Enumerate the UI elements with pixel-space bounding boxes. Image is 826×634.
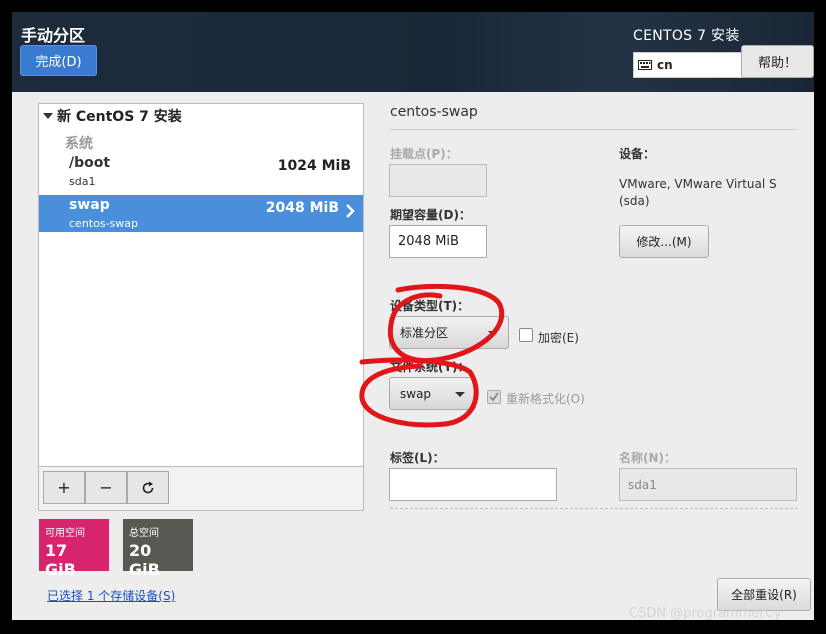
total-space-value: 20 GiB: [129, 541, 160, 579]
selected-storage-link[interactable]: 已选择 1 个存储设备(S): [47, 587, 175, 604]
available-space-tile: 可用空间 17 GiB: [39, 519, 109, 579]
filesystem-label: 文件系统(Y)：: [390, 360, 470, 374]
device-type-label: 设备类型(T)：: [390, 299, 470, 313]
main-content: 新 CentOS 7 安装 系统 /boot sda1 1024 MiB swa…: [12, 92, 814, 620]
checkmark-icon: [489, 392, 499, 402]
device-type-dropdown[interactable]: 标准分区: [389, 316, 509, 349]
keyboard-icon: [638, 60, 652, 70]
modify-button[interactable]: 修改...(M): [619, 225, 709, 258]
tag-label: 标签(L)：: [390, 451, 445, 465]
partition-row-boot[interactable]: /boot sda1 1024 MiB: [39, 153, 363, 190]
refresh-button[interactable]: [127, 471, 169, 504]
dashed-divider: [390, 508, 798, 509]
screen: 手动分区 完成(D) CENTOS 7 安装 cn 帮助！ 新 CentOS 7…: [0, 0, 826, 634]
name-label: 名称(N)：: [619, 451, 677, 465]
capacity-field[interactable]: 2048 MiB: [389, 225, 487, 258]
dropdown-arrow-icon: [455, 392, 465, 397]
dropdown-arrow-icon: [488, 331, 498, 336]
filesystem-value: swap: [400, 386, 432, 401]
partition-device: sda1: [69, 175, 96, 188]
keyboard-layout-indicator[interactable]: cn: [633, 52, 743, 78]
partition-name: swap: [69, 197, 110, 213]
add-partition-button[interactable]: +: [43, 471, 85, 504]
system-group-label: 系统: [65, 136, 93, 152]
mount-point-label: 挂载点(P)：: [390, 147, 458, 161]
partition-name: /boot: [69, 155, 111, 171]
partition-size: 2048 MiB: [265, 200, 339, 216]
device-label: 设备：: [619, 147, 656, 161]
encrypt-checkbox[interactable]: [519, 328, 533, 342]
partition-detail-title: centos-swap: [390, 104, 478, 120]
install-group-header[interactable]: 新 CentOS 7 安装: [43, 106, 182, 126]
available-space-value: 17 GiB: [45, 541, 76, 579]
capacity-label: 期望容量(D)：: [390, 208, 471, 222]
partition-list-panel: 新 CentOS 7 安装 系统 /boot sda1 1024 MiB swa…: [38, 103, 364, 511]
device-value-line: VMware, VMware Virtual S: [619, 177, 777, 191]
remove-partition-button[interactable]: −: [85, 471, 127, 504]
done-button[interactable]: 完成(D): [20, 45, 97, 76]
divider: [389, 129, 797, 130]
name-field[interactable]: sda1: [619, 468, 797, 501]
mount-point-field[interactable]: [389, 164, 487, 197]
total-space-tile: 总空间 20 GiB: [123, 519, 193, 579]
refresh-icon: [142, 481, 154, 493]
device-value-line: (sda): [619, 194, 650, 208]
partition-device: centos-swap: [69, 217, 138, 230]
available-space-label: 可用空间: [45, 528, 85, 539]
install-group-title: 新 CentOS 7 安装: [57, 109, 182, 125]
partition-row-swap[interactable]: swap centos-swap 2048 MiB: [39, 195, 363, 232]
partition-size: 1024 MiB: [277, 158, 351, 174]
tag-field[interactable]: [389, 468, 557, 501]
watermark: CSDN @programmerCy: [629, 606, 782, 621]
expand-triangle-icon: [43, 113, 53, 119]
encrypt-label: 加密(E): [538, 331, 579, 345]
partition-toolbar: + −: [39, 466, 363, 510]
keyboard-layout-label: cn: [657, 58, 673, 72]
help-button[interactable]: 帮助！: [741, 45, 814, 78]
total-space-label: 总空间: [129, 528, 159, 539]
reformat-label: 重新格式化(O): [506, 392, 585, 406]
page-title: 手动分区: [21, 26, 86, 45]
device-value: VMware, VMware Virtual S (sda): [619, 176, 799, 210]
chevron-right-icon: [346, 204, 355, 218]
header-bar: 手动分区 完成(D) CENTOS 7 安装 cn 帮助！: [12, 12, 814, 92]
device-type-value: 标准分区: [400, 326, 449, 340]
filesystem-dropdown[interactable]: swap: [389, 377, 476, 410]
product-title: CENTOS 7 安装: [633, 28, 740, 44]
reformat-checkbox[interactable]: [487, 390, 501, 404]
